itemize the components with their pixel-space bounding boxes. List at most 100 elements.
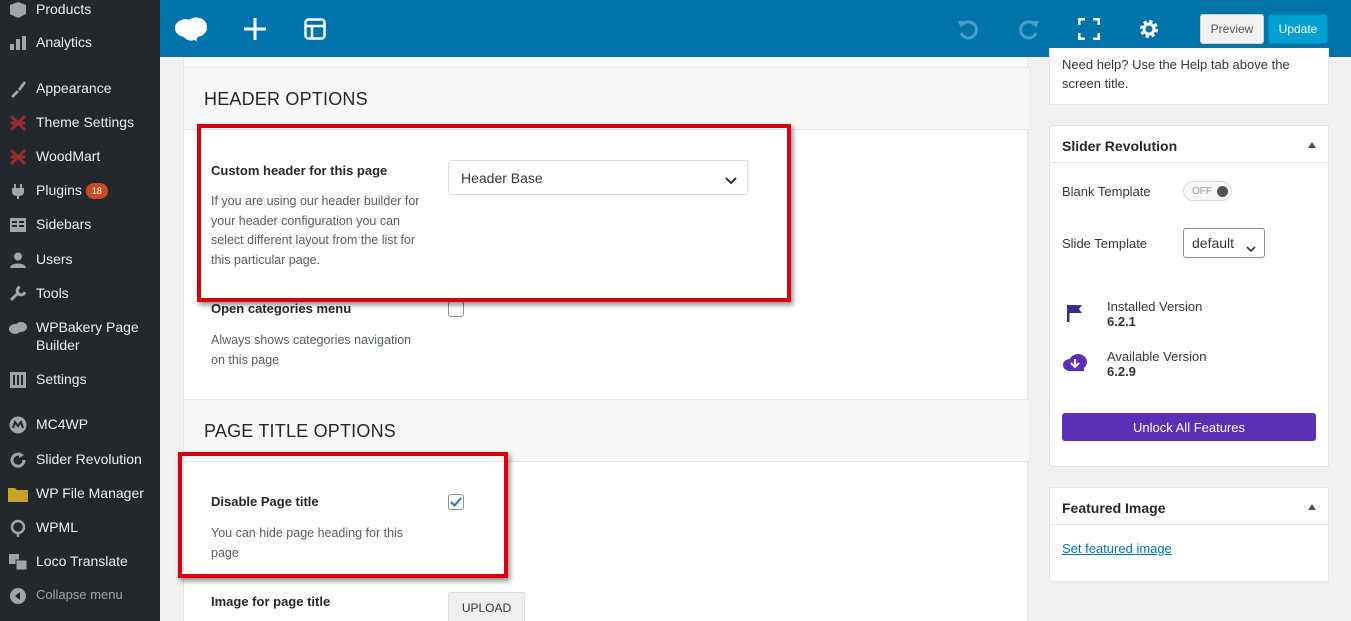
translate-icon [8, 552, 28, 572]
installed-version-value: 6.2.1 [1107, 314, 1136, 329]
sidebar-item-loco-translate[interactable]: Loco Translate [0, 552, 160, 572]
collapse-menu-button[interactable]: Collapse menu [0, 586, 160, 606]
toggle-knob [1217, 186, 1228, 197]
available-version-value: 6.2.9 [1107, 364, 1136, 379]
admin-sidebar: Products Analytics Appearance Theme Sett… [0, 0, 160, 621]
panel-header[interactable]: Featured Image [1050, 488, 1328, 525]
disable-page-title-label: Disable Page title [211, 494, 319, 509]
sidebar-item-users[interactable]: Users [0, 250, 160, 270]
sidebar-item-analytics[interactable]: Analytics [0, 33, 160, 53]
header-options-heading: HEADER OPTIONS [184, 67, 1029, 130]
disable-page-title-checkbox[interactable] [448, 494, 464, 510]
section-title: HEADER OPTIONS [204, 89, 368, 109]
slide-template-label: Slide Template [1062, 236, 1148, 251]
section-title: PAGE TITLE OPTIONS [204, 421, 396, 441]
installed-version-label: Installed Version [1107, 299, 1203, 314]
plugins-icon [8, 181, 28, 201]
slider-revolution-panel: Slider Revolution Blank Template OFF Sli… [1049, 125, 1329, 467]
unlock-all-features-button[interactable]: Unlock All Features [1062, 413, 1316, 441]
custom-header-description: If you are using our header builder for … [211, 194, 420, 267]
sidebar-item-slider-revolution[interactable]: Slider Revolution [0, 450, 160, 470]
sidebar-item-label: Products [36, 1, 92, 17]
sidebar-item-settings[interactable]: Settings [0, 370, 160, 390]
gear-icon[interactable] [1132, 12, 1166, 46]
sidebar-item-tools[interactable]: Tools [0, 284, 160, 304]
preview-button[interactable]: Preview [1200, 14, 1264, 44]
settings-icon [8, 370, 28, 390]
custom-header-select[interactable]: Header Base [448, 160, 748, 195]
set-featured-image-link[interactable]: Set featured image [1062, 541, 1172, 556]
sidebar-item-label: Theme Settings [36, 114, 135, 130]
panel-header[interactable]: Slider Revolution [1050, 126, 1328, 163]
help-box: Need help? Use the Help tab above the sc… [1049, 48, 1329, 105]
featured-image-panel: Featured Image Set featured image [1049, 487, 1329, 582]
sidebar-item-label: Loco Translate [36, 553, 128, 569]
page-options-panel: HEADER OPTIONS Custom header for this pa… [183, 57, 1029, 621]
sidebar-item-wpml[interactable]: WPML [0, 518, 160, 538]
image-page-title-label: Image for page title [211, 594, 331, 609]
sidebars-icon [8, 215, 28, 235]
sidebar-item-wp-file-manager[interactable]: WP File Manager [0, 484, 160, 504]
fullscreen-icon[interactable] [1072, 12, 1106, 46]
sidebar-item-label: Tools [36, 285, 69, 301]
blank-template-toggle[interactable]: OFF [1183, 181, 1232, 201]
caret-up-icon[interactable] [1308, 504, 1316, 510]
logo-icon[interactable] [174, 12, 208, 46]
toggle-text: OFF [1192, 186, 1212, 197]
sidebar-item-label: Slider Revolution [36, 451, 142, 467]
sidebar-item-wpbakery[interactable]: WPBakery Page Builder [0, 318, 160, 354]
sidebar-item-theme-settings[interactable]: Theme Settings [0, 113, 160, 133]
blank-template-label: Blank Template [1062, 184, 1151, 199]
sidebar-item-woodmart[interactable]: WoodMart [0, 147, 160, 167]
redo-icon[interactable] [1012, 12, 1046, 46]
cloud-download-icon [1062, 353, 1088, 378]
slider-revolution-icon [8, 450, 28, 470]
sidebar-item-sidebars[interactable]: Sidebars [0, 215, 160, 235]
update-count-badge: 18 [85, 183, 108, 200]
products-icon [8, 0, 28, 20]
upload-button[interactable]: UPLOAD [448, 592, 525, 621]
folder-icon [8, 484, 28, 504]
sidebar-item-mc4wp[interactable]: MC4WP [0, 415, 160, 435]
sidebar-item-label: Settings [36, 371, 87, 387]
sidebar-item-plugins[interactable]: Plugins 18 [0, 181, 160, 201]
add-icon[interactable] [238, 12, 272, 46]
sidebar-item-label: Sidebars [36, 216, 92, 232]
layout-icon[interactable] [298, 12, 332, 46]
chevron-down-icon [725, 172, 737, 188]
select-value: default [1192, 235, 1235, 251]
update-button[interactable]: Update [1268, 14, 1328, 44]
sidebar-item-label: Analytics [36, 34, 93, 50]
select-value: Header Base [461, 169, 543, 186]
custom-header-label: Custom header for this page [211, 163, 388, 178]
open-categories-description: Always shows categories navigation on th… [211, 333, 412, 367]
panel-title: Slider Revolution [1062, 138, 1178, 154]
mc4wp-icon [8, 415, 28, 435]
sidebar-item-label: Plugins 18 [36, 181, 108, 200]
collapse-icon [8, 586, 28, 606]
sidebar-item-label: Appearance [36, 80, 112, 96]
page-title-options-heading: PAGE TITLE OPTIONS [184, 399, 1029, 462]
tools-icon [8, 284, 28, 304]
open-categories-checkbox[interactable] [448, 301, 464, 317]
open-categories-label: Open categories menu [211, 301, 352, 316]
wpbakery-icon [8, 318, 28, 338]
available-version-label: Available Version [1107, 349, 1207, 364]
sidebar-item-label: Users [36, 251, 73, 267]
sidebar-item-label: WP File Manager [36, 485, 144, 501]
sidebar-item-label: Collapse menu [36, 587, 123, 602]
flag-icon [1066, 304, 1084, 327]
users-icon [8, 250, 28, 270]
woodmart-icon [8, 147, 28, 167]
disable-page-title-description: You can hide page heading for this page [211, 526, 404, 560]
slide-template-select[interactable]: default [1183, 228, 1265, 258]
sidebar-item-label: MC4WP [36, 416, 89, 432]
appearance-icon [8, 79, 28, 99]
chevron-down-icon [1246, 240, 1256, 256]
sidebar-item-appearance[interactable]: Appearance [0, 79, 160, 99]
sidebar-item-products[interactable]: Products [0, 0, 160, 20]
theme-settings-icon [8, 113, 28, 133]
caret-up-icon[interactable] [1308, 142, 1316, 148]
undo-icon[interactable] [951, 12, 985, 46]
sidebar-item-label: WPBakery Page Builder [36, 319, 139, 353]
